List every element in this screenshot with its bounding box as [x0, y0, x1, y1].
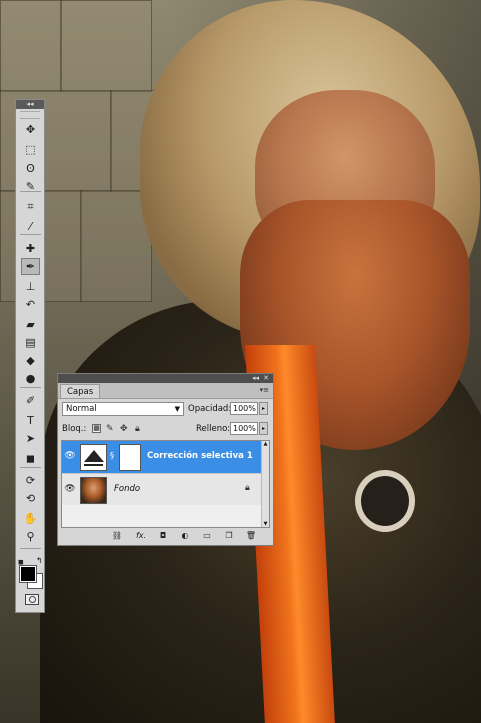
- layers-scrollbar[interactable]: ▲ ▼: [261, 441, 269, 527]
- layer-row-fondo[interactable]: 👁︎ Fondo 🔒︎: [62, 473, 263, 505]
- layer-name[interactable]: Corrección selectiva 1: [147, 450, 253, 462]
- tool-separator: [20, 387, 41, 388]
- wall-stone: [0, 0, 62, 92]
- lock-all-icon[interactable]: 🔒︎: [135, 422, 140, 436]
- pendant: [355, 470, 415, 532]
- path-selection-tool-icon[interactable]: ➤: [21, 430, 40, 447]
- quick-selection-tool-icon[interactable]: ✎: [21, 178, 40, 195]
- new-layer-icon[interactable]: ❐: [223, 530, 235, 542]
- swap-colors-icon[interactable]: ↰: [36, 556, 43, 565]
- layers-panel-footer: ⛓ fx. ◘ ◐ ▭ ❐ 🗑︎: [61, 530, 270, 543]
- scroll-down-icon[interactable]: ▼: [262, 521, 269, 527]
- 3d-rotate-tool-icon[interactable]: ⟳: [21, 472, 40, 489]
- tool-separator: [20, 234, 41, 235]
- hand-tool-icon[interactable]: ✋: [21, 510, 40, 527]
- lock-icon: 🔒︎: [245, 483, 250, 493]
- lock-fill-row: Bloq.: ▦ ✎ ✥ 🔒︎ Relleno: 100% ▸: [62, 422, 269, 437]
- close-icon[interactable]: ✕: [263, 374, 269, 383]
- layers-panel-tabs: Capas ▾≡: [58, 383, 273, 399]
- foreground-color-swatch[interactable]: [19, 565, 37, 583]
- marquee-tool-icon[interactable]: ⬚: [21, 141, 40, 158]
- lock-transparency-icon[interactable]: ▦: [92, 424, 101, 433]
- gradient-tool-icon[interactable]: ▤: [21, 334, 40, 351]
- color-swatches: [19, 565, 43, 589]
- 3d-orbit-tool-icon[interactable]: ⟲: [21, 490, 40, 507]
- canvas-photo[interactable]: [0, 0, 481, 723]
- zoom-tool-icon[interactable]: ⚲: [21, 528, 40, 545]
- blur-tool-icon[interactable]: ◆: [21, 352, 40, 369]
- lock-pixels-icon[interactable]: ✎: [106, 422, 114, 436]
- blend-opacity-row: Normal ▼ Opacidad: 100% ▸: [62, 402, 269, 417]
- adjustment-layer-thumbnail[interactable]: [80, 444, 107, 471]
- visibility-eye-icon[interactable]: 👁︎: [64, 484, 76, 494]
- tools-panel: ◂◂ ✥ ⬚ ʘ ✎ ⌗ ⁄ ✚ ✒ ⊥ ↶ ▰ ▤ ◆ ● ✐ T ➤ ◼ ⟳ ⟲ ✋ ⚲ ◼ ↰: [15, 99, 45, 613]
- opacity-label: Opacidad:: [188, 404, 232, 414]
- new-group-icon[interactable]: ▭: [201, 530, 213, 542]
- eraser-tool-icon[interactable]: ▰: [21, 316, 40, 333]
- link-layers-icon[interactable]: ⛓: [111, 530, 123, 542]
- layer-mask-thumbnail[interactable]: [119, 444, 141, 471]
- tools-panel-grip[interactable]: [20, 111, 40, 119]
- mask-link-icon[interactable]: §: [110, 451, 114, 460]
- shape-tool-icon[interactable]: ◼: [21, 450, 40, 467]
- blend-mode-value: Normal: [66, 404, 97, 414]
- lock-label: Bloq.:: [62, 424, 87, 434]
- blend-mode-select[interactable]: Normal ▼: [62, 402, 184, 416]
- fill-field[interactable]: 100%: [230, 422, 258, 435]
- type-tool-icon[interactable]: T: [21, 412, 40, 429]
- brush-tool-icon[interactable]: ✒: [21, 258, 40, 275]
- wall-stone: [60, 0, 152, 92]
- lasso-tool-icon[interactable]: ʘ: [21, 160, 40, 177]
- fx-icon[interactable]: fx.: [133, 530, 149, 542]
- layer-thumbnail[interactable]: [80, 477, 107, 504]
- dodge-tool-icon[interactable]: ●: [21, 370, 40, 387]
- panel-menu-icon[interactable]: ▾≡: [260, 386, 269, 394]
- adjustment-bar: [84, 464, 103, 466]
- crop-tool-icon[interactable]: ⌗: [21, 198, 40, 215]
- tool-separator: [20, 548, 41, 549]
- default-colors-icon[interactable]: ◼: [18, 558, 24, 566]
- history-brush-tool-icon[interactable]: ↶: [21, 296, 40, 313]
- layer-name[interactable]: Fondo: [114, 483, 140, 495]
- fill-label: Relleno:: [196, 424, 231, 434]
- collapse-icon[interactable]: ◂◂: [252, 374, 259, 383]
- collapse-icon[interactable]: ◂◂: [26, 100, 33, 109]
- tool-separator: [20, 467, 41, 468]
- visibility-eye-icon[interactable]: 👁︎: [64, 451, 76, 461]
- healing-brush-tool-icon[interactable]: ✚: [21, 240, 40, 257]
- lock-position-icon[interactable]: ✥: [120, 422, 128, 436]
- clone-stamp-tool-icon[interactable]: ⊥: [21, 278, 40, 295]
- pen-tool-icon[interactable]: ✐: [21, 392, 40, 409]
- quick-mask-icon[interactable]: [25, 594, 39, 605]
- tab-capas[interactable]: Capas: [60, 384, 101, 398]
- chevron-down-icon: ▼: [174, 405, 180, 413]
- scroll-up-icon[interactable]: ▲: [262, 441, 269, 447]
- layers-panel: ◂◂ ✕ Capas ▾≡ Normal ▼ Opacidad: 100% ▸ …: [57, 373, 274, 546]
- opacity-slider-button[interactable]: ▸: [259, 402, 268, 415]
- tools-panel-titlebar[interactable]: ◂◂: [16, 100, 44, 109]
- add-mask-icon[interactable]: ◘: [157, 530, 169, 542]
- adjustment-triangle-icon: [84, 450, 104, 462]
- opacity-field[interactable]: 100%: [230, 402, 258, 415]
- delete-layer-icon[interactable]: 🗑︎: [245, 530, 257, 542]
- fill-slider-button[interactable]: ▸: [259, 422, 268, 435]
- layers-panel-titlebar[interactable]: ◂◂ ✕: [58, 374, 273, 383]
- tool-separator: [20, 191, 41, 192]
- new-adjustment-layer-icon[interactable]: ◐: [179, 530, 191, 542]
- layers-list: 👁︎ § Corrección selectiva 1 👁︎ Fondo 🔒︎ …: [61, 440, 270, 528]
- layer-row-seleccion[interactable]: 👁︎ § Corrección selectiva 1: [62, 441, 263, 473]
- eyedropper-tool-icon[interactable]: ⁄: [21, 218, 40, 235]
- move-tool-icon[interactable]: ✥: [21, 121, 40, 138]
